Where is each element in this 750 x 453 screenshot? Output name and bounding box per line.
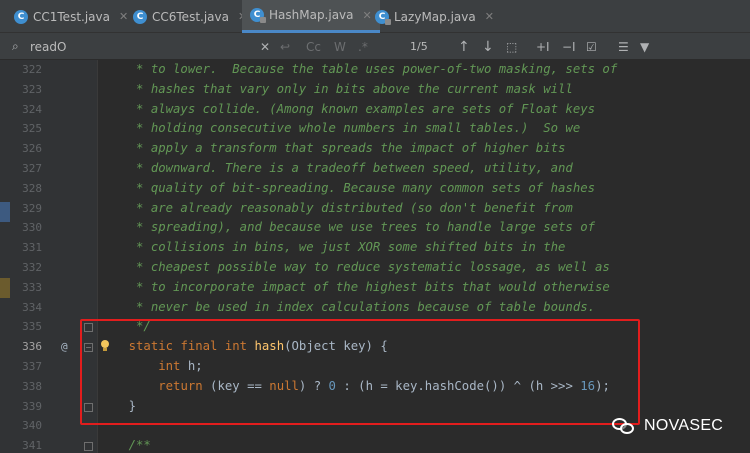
line-number: 335 (22, 320, 42, 334)
line-number: 337 (22, 360, 42, 373)
match-case-toggle[interactable]: Cc (306, 33, 321, 60)
code-text: * are already reasonably distributed (so… (99, 200, 573, 215)
code-line[interactable]: 334 * never be used in index calculation… (0, 298, 750, 318)
tab-lazymap[interactable]: C LazyMap.java ✕ (375, 0, 494, 33)
line-number: 333 (22, 280, 42, 294)
options-icon[interactable]: ☰ (618, 33, 629, 60)
line-number: 338 (22, 379, 42, 393)
line-number: 330 (22, 221, 42, 235)
java-library-class-icon: C (375, 9, 391, 25)
line-number: 325 (22, 122, 42, 136)
java-class-icon: C (133, 9, 147, 24)
regex-toggle[interactable]: .* (358, 33, 368, 60)
code-text: * hashes that vary only in bits above th… (99, 81, 573, 96)
code-line[interactable]: 331 * collisions in bins, we just XOR so… (0, 238, 750, 258)
code-text: * always collide. (Among known examples … (99, 101, 596, 116)
code-line[interactable]: 323 * hashes that vary only in bits abov… (0, 80, 750, 100)
select-all-occurrences-icon[interactable]: ⬚ (506, 33, 517, 60)
code-text: * spreading), and because we use trees t… (99, 220, 596, 235)
search-icon[interactable]: ⌕ (12, 33, 19, 60)
code-line[interactable]: 322 * to lower. Because the table uses p… (0, 60, 750, 80)
tab-label: LazyMap.java (394, 9, 476, 24)
code-line[interactable]: 328 * quality of bit-spreading. Because … (0, 179, 750, 199)
editor-tab-bar: C CC1Test.java ✕ C CC6Test.java ✕ C Hash… (0, 0, 750, 33)
tab-label: CC1Test.java (33, 9, 110, 24)
line-number: 326 (22, 142, 42, 156)
code-line[interactable]: 329 * are already reasonably distributed… (0, 199, 750, 219)
close-icon[interactable]: ✕ (485, 10, 494, 23)
remove-occurrence-icon[interactable]: −I (562, 33, 576, 60)
line-number: 328 (22, 181, 42, 195)
whole-words-toggle[interactable]: W (334, 33, 346, 60)
line-number: 329 (22, 201, 42, 215)
watermark: NOVASEC (612, 413, 723, 439)
select-all-icon[interactable]: ☑ (586, 33, 597, 60)
code-line[interactable]: 333 * to incorporate impact of the highe… (0, 278, 750, 298)
tab-cc1test[interactable]: C CC1Test.java ✕ (14, 0, 128, 33)
previous-match-icon[interactable]: ↑ (458, 33, 470, 60)
wechat-icon (612, 416, 636, 436)
code-line[interactable]: 324 * always collide. (Among known examp… (0, 100, 750, 120)
line-number: 336 (22, 340, 42, 354)
clear-icon[interactable]: ✕ (260, 33, 270, 60)
code-text: /** (99, 438, 151, 453)
code-line[interactable]: 325 * holding consecutive whole numbers … (0, 119, 750, 139)
code-text: * to incorporate impact of the highest b… (99, 279, 610, 294)
tab-cc6test[interactable]: C CC6Test.java ✕ (133, 0, 247, 33)
code-line[interactable]: 327 * downward. There is a tradeoff betw… (0, 159, 750, 179)
java-class-icon: C (14, 9, 28, 24)
line-number: 322 (22, 63, 42, 76)
fold-icon[interactable] (84, 442, 93, 452)
line-number: 340 (22, 419, 42, 433)
find-bar: ⌕ readO ✕ ↩ Cc W .* 1/5 ↑ ↓ ⬚ +I −I ☑ ☰ … (0, 33, 750, 60)
code-text: * never be used in index calculations be… (99, 299, 596, 314)
code-line[interactable]: 332 * cheapest possible way to reduce sy… (0, 258, 750, 278)
line-number: 341 (22, 439, 42, 453)
override-marker[interactable]: @ (61, 337, 68, 357)
code-editor[interactable]: 322 * to lower. Because the table uses p… (0, 60, 750, 453)
code-line[interactable]: 326 * apply a transform that spreads the… (0, 139, 750, 159)
tab-label: HashMap.java (269, 8, 354, 22)
code-text: * holding consecutive whole numbers in s… (99, 121, 581, 136)
line-number: 339 (22, 399, 42, 413)
close-icon[interactable]: ✕ (119, 10, 128, 23)
line-number: 331 (22, 241, 42, 255)
line-number: 323 (22, 82, 42, 96)
code-text: * apply a transform that spreads the imp… (99, 141, 566, 156)
line-number: 327 (22, 162, 42, 175)
line-number: 334 (22, 300, 42, 314)
add-occurrence-icon[interactable]: +I (536, 33, 550, 60)
code-text: * downward. There is a tradeoff between … (99, 161, 573, 175)
line-number: 324 (22, 102, 42, 116)
filter-icon[interactable]: ▼ (640, 33, 649, 60)
code-text: * quality of bit-spreading. Because many… (99, 180, 596, 195)
code-text: * to lower. Because the table uses power… (99, 62, 618, 76)
watermark-text: NOVASEC (644, 417, 724, 434)
next-match-icon[interactable]: ↓ (482, 33, 494, 60)
close-icon[interactable]: ✕ (363, 9, 372, 22)
line-number: 332 (22, 261, 42, 274)
search-input[interactable]: readO (30, 37, 66, 56)
match-counter: 1/5 (410, 40, 428, 53)
code-line[interactable]: 330 * spreading), and because we use tre… (0, 218, 750, 238)
highlight-box (80, 319, 640, 425)
code-text: * collisions in bins, we just XOR some s… (99, 240, 566, 255)
java-library-class-icon: C (250, 8, 266, 23)
tab-hashmap[interactable]: C HashMap.java ✕ (242, 0, 380, 33)
tab-label: CC6Test.java (152, 9, 229, 24)
new-line-icon[interactable]: ↩ (280, 33, 290, 60)
code-text: * cheapest possible way to reduce system… (99, 260, 610, 274)
